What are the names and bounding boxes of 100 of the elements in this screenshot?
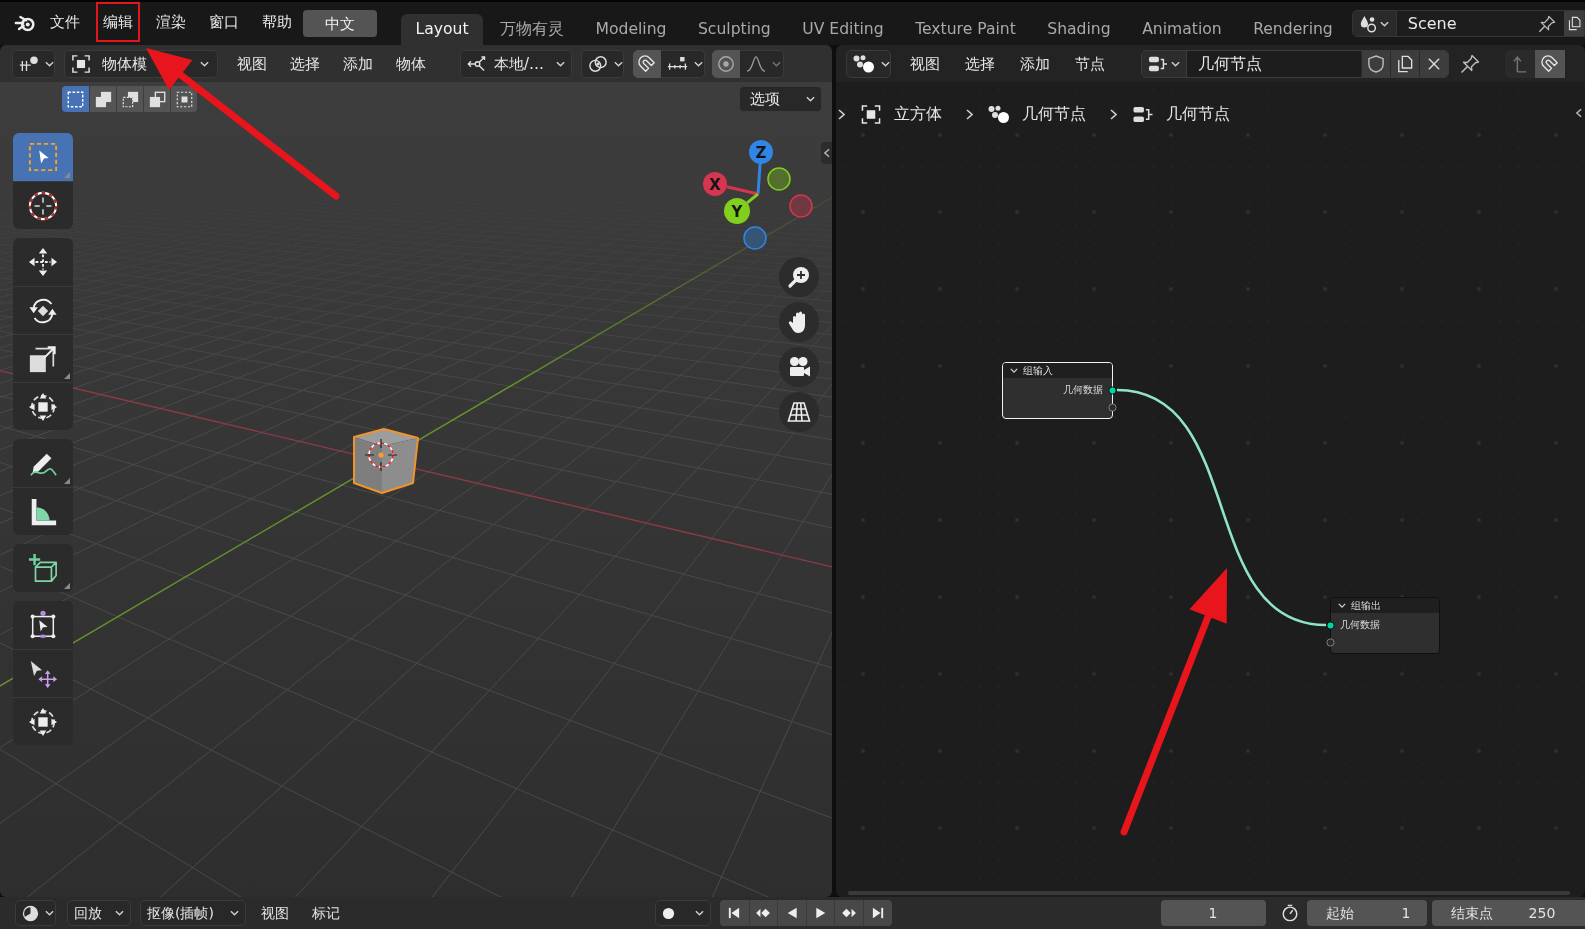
tool-button[interactable] <box>13 697 73 745</box>
pin-icon[interactable] <box>1538 14 1556 33</box>
menu-item[interactable]: 窗口 <box>202 2 246 42</box>
selection-mode-button[interactable] <box>62 86 89 112</box>
breadcrumb-item[interactable]: 几何节点 <box>1022 104 1086 124</box>
menu-item[interactable]: 视图 <box>230 54 274 73</box>
playback-button[interactable] <box>720 900 749 926</box>
collapse-caret-icon[interactable] <box>1010 368 1018 373</box>
playback-button[interactable] <box>748 900 778 926</box>
keying-dropdown[interactable] <box>655 900 711 926</box>
menu-dropdown[interactable]: 抠像(插帧) <box>140 900 246 926</box>
tool-button[interactable] <box>13 238 73 286</box>
scene-name-field[interactable]: Scene <box>1396 11 1538 36</box>
tool-button[interactable] <box>13 544 73 592</box>
selection-mode-button[interactable] <box>89 86 116 112</box>
snap-toggle[interactable] <box>633 49 661 78</box>
pivot-dropdown[interactable] <box>581 49 624 78</box>
negative-axis-handle[interactable] <box>767 167 791 191</box>
tool-button[interactable] <box>13 286 73 334</box>
new-scene-button[interactable] <box>1564 11 1584 36</box>
workspace-tab[interactable]: Texture Paint <box>900 14 1031 45</box>
scene-type-dropdown[interactable] <box>1352 11 1397 36</box>
socket-dot-icon[interactable] <box>1108 385 1117 395</box>
tool-button[interactable] <box>13 334 73 382</box>
app-logo-icon[interactable] <box>14 14 36 33</box>
pan-view-button[interactable] <box>779 302 819 342</box>
language-button[interactable]: 中文 <box>303 10 377 37</box>
collapse-caret-icon[interactable] <box>1338 603 1346 608</box>
menu-item[interactable]: 节点 <box>1068 54 1112 73</box>
breadcrumb-item[interactable]: 几何节点 <box>1166 104 1230 124</box>
socket-dot-icon[interactable] <box>1326 620 1335 630</box>
editor-type-dropdown[interactable] <box>12 49 55 78</box>
tool-button[interactable] <box>13 649 73 697</box>
sidebar-toggle[interactable] <box>821 142 832 164</box>
start-frame-field[interactable]: 起始 1 <box>1306 900 1427 926</box>
workspace-tab[interactable]: UV Editing <box>787 14 899 45</box>
editor-type-dropdown[interactable] <box>846 49 891 78</box>
tool-button[interactable] <box>13 181 73 229</box>
node-group-field[interactable]: 几何节点 <box>1186 50 1361 77</box>
negative-axis-handle[interactable] <box>743 226 767 250</box>
workspace-tab[interactable]: Modeling <box>581 14 681 45</box>
parent-node-tree-button[interactable] <box>1505 49 1535 78</box>
axis-handle[interactable]: Z <box>749 140 773 164</box>
menu-item[interactable]: 渲染 <box>149 2 193 42</box>
selection-mode-button[interactable] <box>170 86 197 112</box>
snap-toggle[interactable] <box>1535 49 1565 78</box>
axis-handle[interactable]: X <box>703 172 727 196</box>
menu-item[interactable]: 选择 <box>958 54 1002 73</box>
snap-increment-dropdown[interactable] <box>661 49 705 78</box>
negative-axis-handle[interactable] <box>789 194 813 218</box>
pin-icon[interactable] <box>1460 53 1480 74</box>
workspace-tab[interactable]: Shading <box>1032 14 1126 45</box>
menu-item[interactable]: 添加 <box>336 54 380 73</box>
playback-button[interactable] <box>862 900 892 926</box>
orientation-dropdown[interactable]: 本地/… <box>460 49 572 78</box>
axis-handle[interactable]: Y <box>724 198 750 224</box>
workspace-tab[interactable]: Layout <box>401 14 483 45</box>
menu-item[interactable]: 视图 <box>254 904 296 922</box>
menu-item[interactable]: 文件 <box>43 2 87 42</box>
playback-button[interactable] <box>777 900 806 926</box>
tool-button[interactable] <box>13 439 73 487</box>
proportional-editing-toggle[interactable] <box>712 49 740 78</box>
current-frame-field[interactable]: 1 <box>1160 900 1266 926</box>
options-dropdown[interactable]: 选项 <box>739 86 822 112</box>
duplicate-button[interactable] <box>1390 50 1419 77</box>
fake-user-button[interactable] <box>1361 50 1390 77</box>
perspective-toggle-button[interactable] <box>779 392 819 432</box>
playback-button[interactable] <box>805 900 835 926</box>
menu-item[interactable]: 标记 <box>305 904 347 922</box>
tool-button[interactable] <box>13 601 73 649</box>
node-tree-dropdown[interactable] <box>1142 50 1186 77</box>
workspace-tab[interactable]: Animation <box>1127 14 1237 45</box>
selection-mode-button[interactable] <box>116 86 143 112</box>
playback-button[interactable] <box>834 900 863 926</box>
menu-item[interactable]: 编辑 <box>96 2 140 42</box>
caret-icon <box>806 96 815 102</box>
menu-item[interactable]: 视图 <box>903 54 947 73</box>
workspace-tab[interactable]: Rendering <box>1238 14 1348 45</box>
tool-button[interactable] <box>13 487 73 535</box>
zoom-view-button[interactable] <box>779 257 819 297</box>
menu-dropdown[interactable]: 回放 <box>67 900 131 926</box>
empty-socket-icon[interactable] <box>1326 637 1335 647</box>
editor-type-dropdown[interactable] <box>15 900 56 926</box>
tool-button[interactable] <box>13 382 73 430</box>
breadcrumb-item[interactable]: 立方体 <box>894 104 942 124</box>
chevron-left-icon[interactable] <box>1576 108 1582 118</box>
select-box-icon <box>28 142 58 172</box>
camera-view-button[interactable] <box>779 347 819 387</box>
menu-item[interactable]: 添加 <box>1013 54 1057 73</box>
workspace-tab[interactable]: 万物有灵 <box>485 14 579 45</box>
menu-item[interactable]: 帮助 <box>255 2 299 42</box>
menu-item[interactable]: 物体 <box>389 54 433 73</box>
menu-item[interactable]: 选择 <box>283 54 327 73</box>
workspace-tab[interactable]: Sculpting <box>683 14 786 45</box>
selection-mode-button[interactable] <box>143 86 170 112</box>
node-link[interactable] <box>1116 388 1327 627</box>
unlink-button[interactable] <box>1419 50 1448 77</box>
falloff-dropdown[interactable] <box>740 49 784 78</box>
empty-socket-icon[interactable] <box>1108 402 1117 412</box>
end-frame-field[interactable]: 结束点 250 <box>1431 900 1585 926</box>
